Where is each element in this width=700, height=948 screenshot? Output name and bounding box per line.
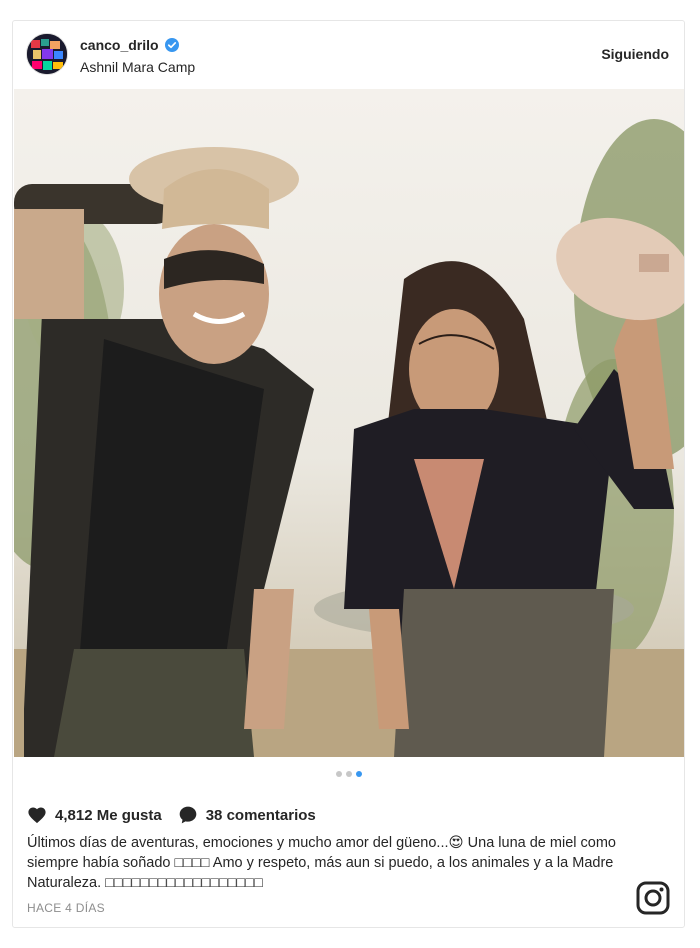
comments-count: 38 comentarios (205, 806, 316, 824)
following-button[interactable]: Siguiendo (601, 46, 669, 62)
carousel-dot[interactable] (335, 771, 342, 777)
instagram-icon[interactable] (636, 881, 670, 915)
post-caption: Últimos días de aventuras, emociones y m… (27, 835, 616, 891)
likes-stat[interactable]: 4,812 Me gusta (27, 806, 162, 824)
username[interactable]: canco_drilo (80, 37, 159, 53)
instagram-post-card: canco_drilo Ashnil Mara Camp Siguiendo 4… (12, 20, 685, 928)
carousel-dot-active[interactable] (355, 771, 362, 777)
comment-bubble-icon (179, 806, 197, 824)
carousel-indicator (13, 771, 684, 777)
post-header: canco_drilo Ashnil Mara Camp Siguiendo (13, 21, 684, 87)
post-photo[interactable] (14, 89, 684, 757)
avatar-image (27, 34, 67, 74)
post-timestamp[interactable]: HACE 4 DÍAS (27, 901, 105, 915)
username-row: canco_drilo (80, 37, 179, 53)
location-link[interactable]: Ashnil Mara Camp (80, 59, 195, 75)
verified-badge-icon (164, 38, 179, 52)
avatar[interactable] (26, 33, 68, 75)
likes-count: 4,812 Me gusta (55, 806, 162, 824)
comments-stat[interactable]: 38 comentarios (178, 805, 316, 825)
carousel-dot[interactable] (345, 771, 352, 777)
heart-icon (28, 807, 46, 824)
engagement-stats: 4,812 Me gusta 38 comentarios (27, 805, 332, 825)
photo-illustration (14, 89, 684, 757)
